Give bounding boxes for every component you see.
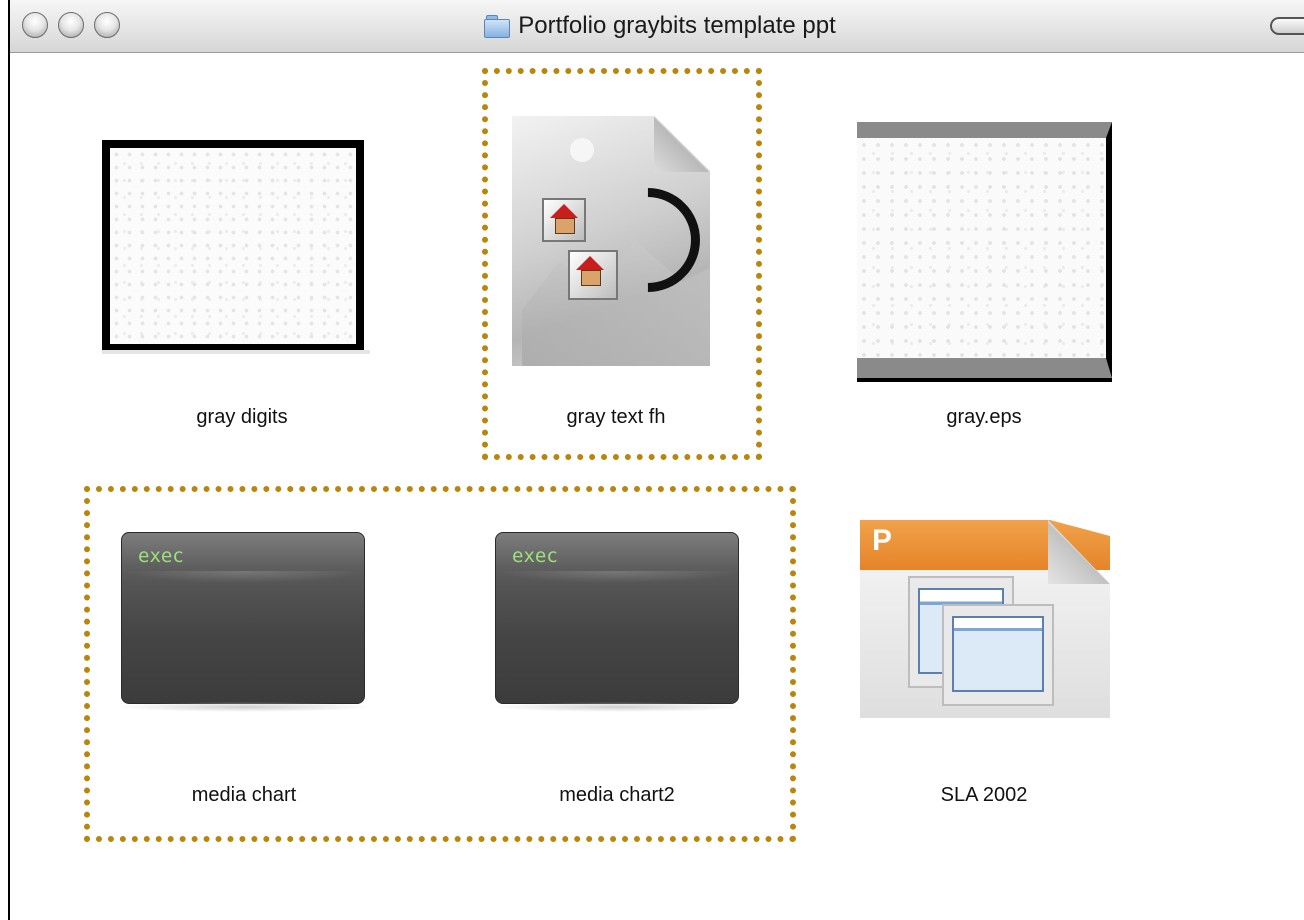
selection-marquee bbox=[482, 68, 762, 460]
folder-icon bbox=[484, 15, 511, 38]
powerpoint-document-icon[interactable]: P bbox=[860, 520, 1110, 718]
window-title-text: Portfolio graybits template ppt bbox=[518, 12, 836, 39]
file-label-gray-eps[interactable]: gray.eps bbox=[946, 406, 1021, 429]
toolbar-toggle-button[interactable] bbox=[1270, 17, 1304, 35]
file-label-gray-digits[interactable]: gray digits bbox=[196, 406, 287, 429]
eps-thumbnail-icon[interactable] bbox=[857, 122, 1112, 382]
slide-thumbnail bbox=[942, 604, 1054, 706]
file-label-sla-2002[interactable]: SLA 2002 bbox=[941, 784, 1028, 807]
gray-digits-thumbnail-icon[interactable] bbox=[102, 140, 370, 354]
window-title: Portfolio graybits template ppt bbox=[10, 0, 1304, 52]
selection-marquee bbox=[84, 486, 796, 842]
powerpoint-logo: P bbox=[872, 524, 893, 557]
title-bar[interactable]: Portfolio graybits template ppt bbox=[10, 0, 1304, 53]
